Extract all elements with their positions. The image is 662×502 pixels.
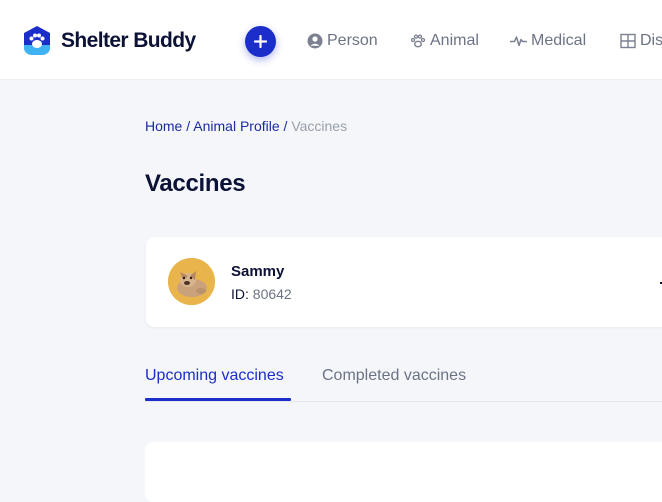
- animal-name: Sammy: [231, 263, 285, 280]
- pulse-icon: [510, 36, 527, 47]
- nav-item-medical[interactable]: Medical: [510, 31, 586, 51]
- paw-icon: [410, 34, 426, 48]
- nav-item-animal[interactable]: Animal: [410, 31, 479, 51]
- person-circle-icon: [307, 33, 323, 49]
- breadcrumb-animal-profile[interactable]: Animal Profile: [193, 118, 279, 134]
- top-navbar: Shelter Buddy Person Animal Medical Dis: [0, 0, 662, 80]
- breadcrumb-separator: /: [186, 118, 191, 134]
- tab-completed-vaccines[interactable]: Completed vaccines: [322, 367, 466, 385]
- nav-item-dis[interactable]: Dis: [620, 31, 662, 51]
- nav-item-label: Person: [327, 32, 378, 49]
- nav-item-label: Dis: [640, 32, 662, 49]
- grid-icon: [620, 33, 636, 49]
- animal-profile-card: Sammy ID: 80642: [146, 237, 662, 327]
- nav-item-person[interactable]: Person: [307, 31, 378, 51]
- animal-id: ID: 80642: [231, 286, 292, 302]
- active-tab-indicator: [145, 398, 291, 401]
- nav-item-label: Animal: [430, 32, 479, 49]
- dog-photo-icon: [168, 258, 215, 305]
- animal-id-label: ID:: [231, 286, 249, 302]
- breadcrumb-separator: /: [283, 118, 288, 134]
- shelter-buddy-logo-icon[interactable]: [22, 25, 52, 57]
- breadcrumb-home[interactable]: Home: [145, 118, 182, 134]
- vaccines-list-panel: [145, 442, 662, 502]
- breadcrumb: Home / Animal Profile / Vaccines: [145, 118, 347, 134]
- animal-avatar: [168, 258, 215, 305]
- breadcrumb-current: Vaccines: [291, 118, 348, 134]
- page-title: Vaccines: [145, 170, 246, 197]
- tabs-divider: [145, 401, 662, 402]
- plus-icon: [253, 34, 268, 49]
- animal-id-value: 80642: [252, 286, 292, 302]
- nav-item-label: Medical: [531, 32, 587, 49]
- add-button[interactable]: [245, 26, 276, 57]
- tab-upcoming-vaccines[interactable]: Upcoming vaccines: [145, 367, 284, 385]
- brand-name[interactable]: Shelter Buddy: [61, 29, 196, 53]
